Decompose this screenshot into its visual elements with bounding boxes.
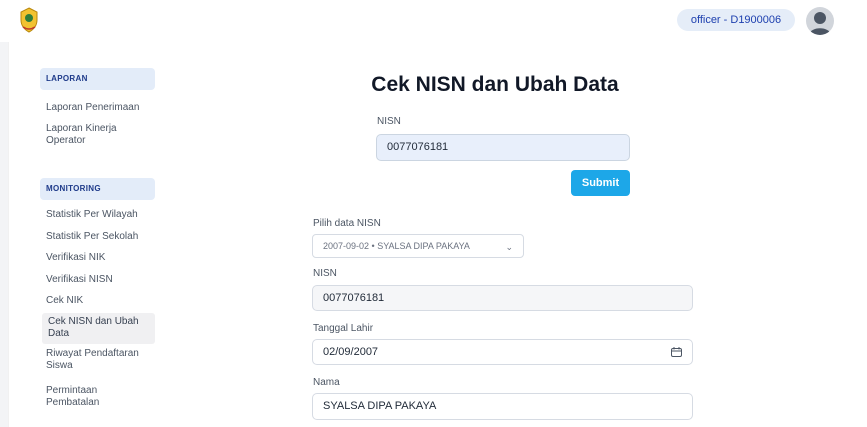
calendar-icon[interactable] <box>671 347 682 357</box>
sidebar-item-statistik-per-wilayah[interactable]: Statistik Per Wilayah <box>46 209 158 221</box>
page-title: Cek NISN dan Ubah Data <box>371 73 619 96</box>
sidebar-item-permintaan-pembatalan[interactable]: Permintaan Pembatalan <box>46 385 126 409</box>
select-nisn-label: Pilih data NISN <box>313 218 381 229</box>
name-field[interactable]: SYALSA DIPA PAKAYA <box>312 393 693 420</box>
top-bar: officer - D1900006 <box>0 0 867 42</box>
sidebar-item-cek-nik[interactable]: Cek NIK <box>46 295 158 307</box>
name-label: Nama <box>313 377 340 388</box>
sidebar-item-verifikasi-nik[interactable]: Verifikasi NIK <box>46 252 158 264</box>
nisn-label: NISN <box>313 268 337 279</box>
page-gutter <box>0 42 8 427</box>
sidebar-item-laporan-kinerja-operator[interactable]: Laporan Kinerja Operator <box>46 123 144 147</box>
sidebar-item-verifikasi-nisn[interactable]: Verifikasi NISN <box>46 274 158 286</box>
sidebar-section-laporan: LAPORAN <box>40 68 155 90</box>
user-avatar-icon[interactable] <box>806 7 834 35</box>
select-nisn-value: 2007-09-02 • SYALSA DIPA PAKAYA <box>323 241 470 251</box>
sidebar-item-laporan-penerimaan[interactable]: Laporan Penerimaan <box>46 102 158 114</box>
dob-label: Tanggal Lahir <box>313 323 374 334</box>
select-nisn-dropdown[interactable]: 2007-09-02 • SYALSA DIPA PAKAYA ⌄ <box>312 234 524 258</box>
dob-value: 02/09/2007 <box>323 346 379 358</box>
chevron-down-icon: ⌄ <box>505 242 513 252</box>
submit-button[interactable]: Submit <box>571 170 630 196</box>
sidebar-section-monitoring: MONITORING <box>40 178 155 200</box>
search-nisn-input[interactable]: 0077076181 <box>376 134 630 161</box>
sidebar-item-statistik-per-sekolah[interactable]: Statistik Per Sekolah <box>46 231 158 243</box>
dob-field[interactable]: 02/09/2007 <box>312 339 693 365</box>
sidebar-item-cek-nisn-dan-ubah-data[interactable]: Cek NISN dan Ubah Data <box>42 313 155 344</box>
avatar-silhouette-icon <box>809 12 831 35</box>
search-nisn-label: NISN <box>377 116 401 127</box>
user-badge[interactable]: officer - D1900006 <box>677 9 795 31</box>
nisn-field[interactable]: 0077076181 <box>312 285 693 311</box>
emblem-logo-icon[interactable] <box>18 7 40 33</box>
sidebar-item-riwayat-pendaftaran-siswa[interactable]: Riwayat Pendaftaran Siswa <box>46 348 146 372</box>
